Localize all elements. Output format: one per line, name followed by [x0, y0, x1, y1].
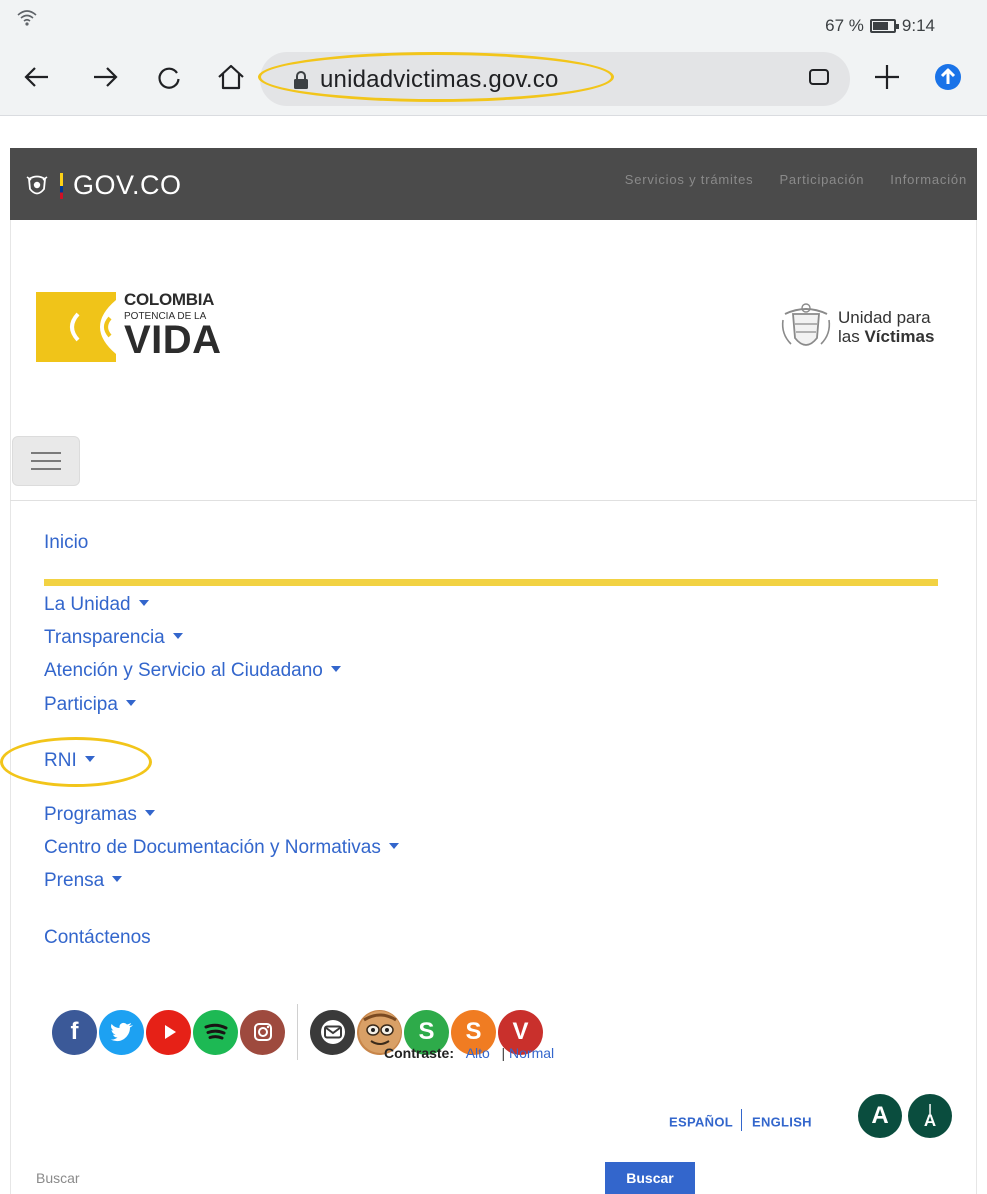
forward-arrow-icon[interactable]: [90, 62, 120, 92]
flag-divider: [60, 172, 63, 199]
divider: [10, 500, 977, 501]
social-divider: [297, 1004, 298, 1060]
menu-item-la-unidad[interactable]: La Unidad: [44, 594, 149, 616]
search-input[interactable]: Buscar: [36, 1170, 80, 1186]
menu-item-inicio[interactable]: Inicio: [44, 532, 88, 554]
unidad-coat-of-arms-icon: [781, 303, 831, 346]
active-indicator-bar: [44, 579, 938, 586]
contrast-normal-link[interactable]: Normal: [509, 1045, 554, 1061]
caret-down-icon: [125, 699, 136, 706]
battery-icon: [869, 19, 899, 33]
tab-switcher-icon[interactable]: [804, 62, 834, 92]
govco-nav-informacion[interactable]: Información: [890, 172, 967, 187]
hamburger-line: [31, 468, 61, 470]
hamburger-line: [31, 452, 61, 454]
url-highlight-annotation: [258, 52, 614, 102]
logo-unidad-line2: las Víctimas: [838, 327, 935, 346]
contrast-high-link[interactable]: Alto: [466, 1045, 490, 1061]
logo-colombia: COLOMBIA: [124, 290, 215, 309]
back-arrow-icon[interactable]: [22, 62, 52, 92]
font-size-increase-button[interactable]: A: [858, 1094, 902, 1138]
menu-item-centro-documentacion[interactable]: Centro de Documentación y Normativas: [44, 837, 399, 859]
instagram-icon[interactable]: [240, 1009, 285, 1055]
colombia-potencia-logo-icon[interactable]: [36, 292, 116, 362]
contrast-label: Contraste:: [384, 1045, 455, 1061]
search-button[interactable]: Buscar: [605, 1162, 695, 1194]
clock: 9:14: [901, 16, 935, 35]
reload-icon[interactable]: [154, 62, 184, 92]
lang-divider: [740, 1109, 742, 1131]
home-icon[interactable]: [216, 62, 246, 92]
frame-right-border: [976, 220, 977, 1194]
govco-logo[interactable]: GOV.CO: [26, 170, 182, 201]
caret-down-icon: [144, 809, 155, 816]
logo-vida: VIDA: [124, 318, 222, 362]
menu-item-prensa[interactable]: Prensa: [44, 870, 123, 892]
lang-english[interactable]: ENGLISH: [752, 1114, 812, 1129]
email-icon[interactable]: [310, 1009, 355, 1055]
status-indicators: 67 % 9:14: [825, 16, 935, 36]
spotify-icon[interactable]: [193, 1009, 238, 1055]
unidad-victimas-logo[interactable]: Unidad para las Víctimas: [838, 308, 934, 346]
language-switcher: ESPAÑOL ENGLISH: [669, 1109, 812, 1134]
menu-item-transparencia[interactable]: Transparencia: [44, 627, 183, 649]
caret-down-icon: [172, 632, 183, 639]
coat-of-arms-icon: [26, 175, 48, 194]
govco-nav-participacion[interactable]: Participación: [779, 172, 864, 187]
contrast-separator: |: [501, 1045, 506, 1061]
update-icon[interactable]: [933, 62, 963, 92]
youtube-icon[interactable]: [146, 1009, 191, 1055]
govco-nav: Servicios y trámites Participación Infor…: [625, 172, 967, 187]
twitter-icon[interactable]: [99, 1009, 144, 1055]
colombia-potencia-logo-text: COLOMBIA POTENCIA DE LA VIDA: [124, 290, 222, 362]
menu-item-participa[interactable]: Participa: [44, 694, 136, 716]
caret-down-icon: [388, 842, 399, 849]
contrast-controls: Contraste: Alto | Normal: [384, 1045, 554, 1061]
frame-left-border: [10, 220, 11, 1194]
font-size-decrease-button[interactable]: | A: [908, 1094, 952, 1138]
menu-item-atencion[interactable]: Atención y Servicio al Ciudadano: [44, 660, 341, 682]
wifi-icon: [17, 10, 37, 26]
new-tab-icon[interactable]: [872, 62, 902, 92]
menu-item-programas[interactable]: Programas: [44, 804, 155, 826]
govco-header: GOV.CO Servicios y trámites Participació…: [10, 148, 977, 220]
rni-highlight-annotation: [0, 737, 152, 787]
caret-down-icon: [112, 875, 123, 882]
battery-percent: 67 %: [825, 16, 864, 35]
hamburger-line: [31, 460, 61, 462]
page: 67 % 9:14 unidadvictimas.gov.co GOV.CO S…: [0, 0, 987, 1194]
facebook-icon[interactable]: f: [52, 1009, 97, 1055]
govco-nav-servicios[interactable]: Servicios y trámites: [625, 172, 754, 187]
menu-toggle-button[interactable]: [12, 436, 80, 486]
caret-down-icon: [330, 665, 341, 672]
lang-espanol[interactable]: ESPAÑOL: [669, 1114, 733, 1129]
govco-brand: GOV.CO: [73, 170, 182, 200]
status-bar: 67 % 9:14: [0, 0, 987, 40]
caret-down-icon: [138, 599, 149, 606]
menu-item-contactenos[interactable]: Contáctenos: [44, 927, 151, 949]
logo-unidad-line1: Unidad para: [838, 308, 931, 327]
